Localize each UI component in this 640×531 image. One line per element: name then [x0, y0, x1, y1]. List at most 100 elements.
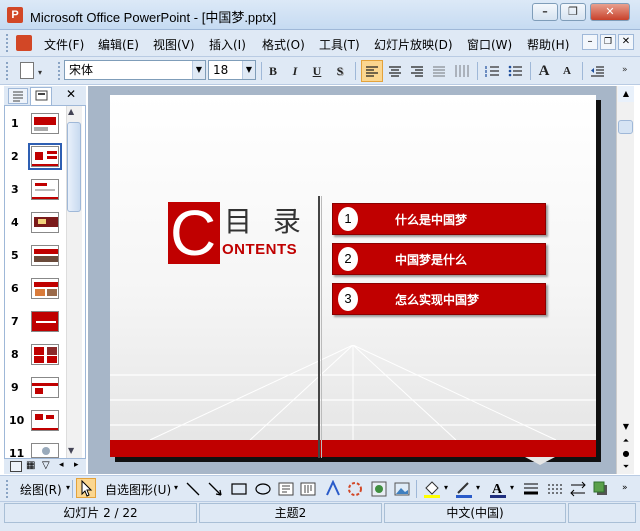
- toolbar-grip[interactable]: [6, 34, 9, 52]
- menu-help[interactable]: 帮助(H): [527, 36, 569, 53]
- select-objects-button[interactable]: [76, 478, 96, 498]
- fill-color-icon[interactable]: [422, 479, 442, 499]
- select-browse-object-icon[interactable]: ●: [618, 448, 634, 460]
- wordart-icon[interactable]: [324, 480, 342, 498]
- slides-pane-scroll-thumb[interactable]: [67, 122, 81, 212]
- line-icon[interactable]: [184, 480, 202, 498]
- minimize-button[interactable]: –: [532, 3, 558, 21]
- toolbar-grip[interactable]: [6, 480, 9, 498]
- doc-minimize-icon[interactable]: –: [582, 34, 598, 50]
- new-document-icon[interactable]: [20, 62, 34, 79]
- autoshapes-menu-button[interactable]: 自选图形(U): [105, 481, 171, 498]
- pane-close-icon[interactable]: ✕: [66, 87, 76, 101]
- scroll-left-icon[interactable]: ◂: [59, 460, 64, 470]
- menu-view[interactable]: 视图(V): [153, 36, 195, 53]
- agenda-item[interactable]: 1 什么是中国梦: [332, 203, 546, 235]
- chevron-down-icon[interactable]: ▼: [192, 61, 205, 79]
- menu-tools[interactable]: 工具(T): [319, 36, 360, 53]
- document-icon[interactable]: [16, 35, 32, 51]
- agenda-item[interactable]: 2 中国梦是什么: [332, 243, 546, 275]
- slide-sorter-view-icon[interactable]: ▦: [26, 460, 35, 471]
- tab-outline[interactable]: [8, 88, 28, 104]
- shadow-button[interactable]: S: [331, 60, 349, 82]
- vertical-textbox-icon[interactable]: [299, 480, 317, 498]
- chevron-down-icon[interactable]: ▾: [66, 483, 70, 492]
- dash-style-icon[interactable]: [546, 480, 564, 498]
- slide-canvas[interactable]: [110, 95, 596, 465]
- line-style-icon[interactable]: [522, 480, 540, 498]
- chevron-down-icon[interactable]: ▼: [242, 61, 255, 79]
- next-slide-icon[interactable]: ⏷: [618, 460, 634, 474]
- chevron-down-icon[interactable]: ▾: [444, 483, 448, 492]
- decrease-font-button[interactable]: A: [557, 60, 577, 82]
- slide-thumbnail[interactable]: [31, 179, 59, 200]
- draw-menu-button[interactable]: 绘图(R): [20, 481, 62, 498]
- doc-close-icon[interactable]: ✕: [618, 34, 634, 50]
- menu-insert[interactable]: 插入(I): [209, 36, 246, 53]
- numbering-button[interactable]: [482, 60, 502, 82]
- justify-button[interactable]: [429, 60, 449, 82]
- menu-format[interactable]: 格式(O): [262, 36, 305, 53]
- scroll-down-arrow-icon[interactable]: ▼: [618, 420, 634, 434]
- oval-icon[interactable]: [254, 480, 272, 498]
- line-color-icon[interactable]: [454, 479, 474, 499]
- decrease-indent-button[interactable]: [587, 60, 607, 82]
- normal-view-icon[interactable]: [10, 461, 22, 472]
- increase-font-button[interactable]: A: [534, 60, 554, 82]
- toolbar-grip[interactable]: [6, 62, 9, 80]
- align-right-button[interactable]: [407, 60, 427, 82]
- menu-window[interactable]: 窗口(W): [467, 36, 512, 53]
- scroll-up-arrow-icon[interactable]: ▲: [68, 107, 74, 116]
- bullets-button[interactable]: [505, 60, 525, 82]
- agenda-item[interactable]: 3 怎么实现中国梦: [332, 283, 546, 315]
- toolbar-overflow-chevron-icon[interactable]: »: [622, 65, 628, 75]
- font-size-combo[interactable]: 18 ▼: [208, 60, 256, 80]
- restore-button[interactable]: ❐: [560, 3, 586, 21]
- close-button[interactable]: ✕: [590, 3, 630, 21]
- underline-button[interactable]: U: [308, 60, 326, 82]
- menu-slideshow[interactable]: 幻灯片放映(D): [374, 36, 453, 53]
- slide-vertical-scrollbar[interactable]: ▲ ▼ ⏶ ● ⏷: [616, 86, 634, 474]
- slide-thumbnail[interactable]: [31, 443, 59, 458]
- doc-restore-icon[interactable]: ❐: [600, 34, 616, 50]
- powerpoint-app-icon[interactable]: P: [7, 7, 23, 23]
- toolbar-grip[interactable]: [58, 62, 61, 80]
- align-center-button[interactable]: [385, 60, 405, 82]
- arrow-icon[interactable]: [206, 480, 224, 498]
- slide-thumbnail[interactable]: [31, 245, 59, 266]
- menu-edit[interactable]: 编辑(E): [98, 36, 139, 53]
- slide-thumbnail[interactable]: [31, 344, 59, 365]
- scroll-right-icon[interactable]: ▸: [74, 460, 79, 470]
- distribute-button[interactable]: [451, 60, 473, 82]
- chevron-down-icon[interactable]: ▾: [510, 483, 514, 492]
- scroll-thumb[interactable]: [618, 120, 633, 134]
- font-color-icon[interactable]: A: [488, 479, 508, 499]
- textbox-icon[interactable]: [277, 480, 295, 498]
- scroll-down-arrow-icon[interactable]: ▼: [68, 446, 74, 455]
- clipart-icon[interactable]: [370, 480, 388, 498]
- italic-button[interactable]: I: [286, 60, 304, 82]
- scroll-up-arrow-icon[interactable]: ▲: [618, 86, 634, 102]
- toolbar-overflow-chevron-icon[interactable]: »: [622, 483, 628, 493]
- slideshow-view-icon[interactable]: ▽: [42, 460, 50, 471]
- chevron-down-icon[interactable]: ▾: [174, 483, 178, 492]
- chevron-down-icon[interactable]: ▾: [476, 483, 480, 492]
- bold-button[interactable]: B: [264, 60, 282, 82]
- font-name-combo[interactable]: 宋体 ▼: [64, 60, 206, 80]
- tab-slides[interactable]: [30, 87, 52, 105]
- slide-thumbnail[interactable]: [31, 311, 59, 332]
- slide-thumbnail[interactable]: [31, 410, 59, 431]
- toolbar-options-chevron-icon[interactable]: ▾: [38, 68, 42, 77]
- slide-thumbnail-selected[interactable]: [31, 146, 59, 167]
- slide-thumbnail[interactable]: [31, 278, 59, 299]
- slide-thumbnail[interactable]: [31, 113, 59, 134]
- insert-picture-icon[interactable]: [393, 480, 411, 498]
- arrow-style-icon[interactable]: [569, 480, 587, 498]
- slide-thumbnail[interactable]: [31, 212, 59, 233]
- slide-thumbnail[interactable]: [31, 377, 59, 398]
- previous-slide-icon[interactable]: ⏶: [618, 434, 634, 448]
- align-left-button[interactable]: [361, 60, 383, 82]
- diagram-icon[interactable]: [346, 480, 364, 498]
- menu-file[interactable]: 文件(F): [44, 36, 84, 53]
- rectangle-icon[interactable]: [230, 480, 248, 498]
